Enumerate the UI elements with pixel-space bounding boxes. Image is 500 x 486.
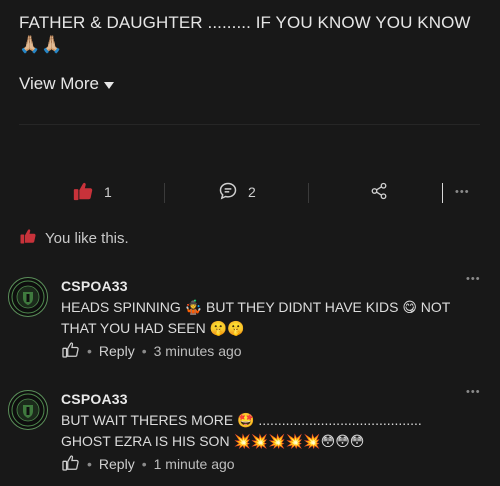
meta-dot: • <box>141 343 147 359</box>
comment-username[interactable]: CSPOA33 <box>61 278 128 294</box>
comment-username[interactable]: CSPOA33 <box>61 391 128 407</box>
like-button[interactable]: 1 <box>72 172 112 212</box>
separator <box>164 183 165 203</box>
avatar[interactable] <box>8 390 48 430</box>
more-options-icon[interactable]: ••• <box>466 386 481 398</box>
more-options-icon[interactable]: ••• <box>455 172 470 212</box>
comment-meta: • Reply • 1 minute ago <box>61 453 235 475</box>
liked-indicator: You like this. <box>19 227 129 249</box>
thumbs-up-filled-icon <box>72 180 94 205</box>
liked-text: You like this. <box>45 229 129 247</box>
separator <box>442 183 443 203</box>
separator <box>308 183 309 203</box>
comment-timestamp: 3 minutes ago <box>153 343 242 359</box>
post-text: FATHER & DAUGHTER ......... IF YOU KNOW … <box>19 12 489 56</box>
more-options-icon[interactable]: ••• <box>466 273 481 285</box>
thumbs-up-outline-icon[interactable] <box>61 340 80 362</box>
meta-dot: • <box>141 456 147 472</box>
praying-hands-emoji: 🙏🏼🙏🏼 <box>19 35 64 55</box>
comment-text-line: GHOST EZRA IS HIS SON 💥💥💥💥💥😳😳😳 <box>61 433 365 449</box>
action-bar: 1 2 ••• <box>0 172 500 212</box>
comment-bubble-icon <box>218 181 238 204</box>
comment-text: BUT WAIT THERES MORE 🤩 .................… <box>61 410 481 452</box>
meta-dot: • <box>87 456 92 472</box>
view-more-label: View More <box>19 74 99 93</box>
thumbs-up-filled-icon <box>19 227 37 249</box>
avatar[interactable] <box>8 277 48 317</box>
post-text-content: FATHER & DAUGHTER ......... IF YOU KNOW … <box>19 13 471 32</box>
reply-button[interactable]: Reply <box>99 456 135 472</box>
comment-text-line: THAT YOU HAD SEEN 🤫🤫 <box>61 320 245 336</box>
comment-meta: • Reply • 3 minutes ago <box>61 340 242 362</box>
comment-text-line: BUT WAIT THERES MORE 🤩 .................… <box>61 412 422 428</box>
divider <box>19 124 480 125</box>
view-more-button[interactable]: View More <box>19 74 114 94</box>
reply-button[interactable]: Reply <box>99 343 135 359</box>
comment-timestamp: 1 minute ago <box>153 456 235 472</box>
like-count: 1 <box>104 184 112 200</box>
share-button[interactable] <box>370 172 388 212</box>
comment-text: HEADS SPINNING 🤹 BUT THEY DIDNT HAVE KID… <box>61 297 481 339</box>
share-icon <box>370 182 388 203</box>
thumbs-up-outline-icon[interactable] <box>61 453 80 475</box>
caret-down-icon <box>104 81 114 89</box>
meta-dot: • <box>87 343 92 359</box>
comment-text-line: HEADS SPINNING 🤹 BUT THEY DIDNT HAVE KID… <box>61 299 451 315</box>
comment-count: 2 <box>248 184 256 200</box>
comment-button[interactable]: 2 <box>218 172 256 212</box>
